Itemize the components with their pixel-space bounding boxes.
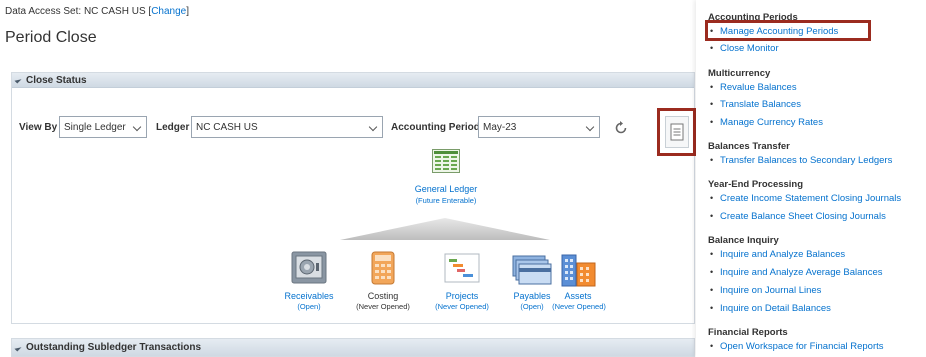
section-multicurrency: Multicurrency xyxy=(708,68,771,79)
link-revalue-balances[interactable]: Revalue Balances xyxy=(710,82,797,93)
view-by-label: View By xyxy=(19,122,58,133)
costing-label: Costing xyxy=(367,291,399,301)
link-translate-balances[interactable]: Translate Balances xyxy=(710,99,801,110)
ledger-select[interactable]: NC CASH US xyxy=(191,116,383,138)
assets-link[interactable]: Assets xyxy=(550,291,606,301)
outstanding-subledger-header[interactable]: Outstanding Subledger Transactions xyxy=(11,338,695,357)
projects-icon[interactable] xyxy=(444,253,480,283)
projects-status: (Never Opened) xyxy=(435,302,489,311)
hierarchy-connector xyxy=(340,218,550,240)
projects-link[interactable]: Projects xyxy=(429,291,495,301)
link-inquire-analyze-balances[interactable]: Inquire and Analyze Balances xyxy=(710,249,845,260)
chevron-down-icon xyxy=(132,122,142,132)
close-status-header[interactable]: Close Status xyxy=(12,73,694,88)
refresh-icon[interactable] xyxy=(613,120,629,136)
section-year-end-processing: Year-End Processing xyxy=(708,179,804,190)
report-icon xyxy=(664,116,689,148)
collapse-icon[interactable] xyxy=(14,343,22,352)
link-inquire-analyze-average[interactable]: Inquire and Analyze Average Balances xyxy=(710,267,882,278)
close-status-title: Close Status xyxy=(26,74,87,86)
report-button[interactable] xyxy=(657,108,696,156)
costing-status: (Never Opened) xyxy=(356,302,410,311)
assets-icon[interactable] xyxy=(561,249,597,287)
accounting-period-value: May-23 xyxy=(483,121,517,133)
link-transfer-balances[interactable]: Transfer Balances to Secondary Ledgers xyxy=(710,155,892,166)
link-inquire-journal-lines[interactable]: Inquire on Journal Lines xyxy=(710,285,821,296)
ledger-label: Ledger xyxy=(156,122,190,133)
receivables-link[interactable]: Receivables xyxy=(276,291,342,301)
section-balances-transfer: Balances Transfer xyxy=(708,141,790,152)
general-ledger-icon[interactable] xyxy=(432,149,460,173)
chevron-down-icon xyxy=(368,122,378,132)
link-close-monitor[interactable]: Close Monitor xyxy=(710,43,779,54)
accounting-period-label: Accounting Period xyxy=(391,122,480,133)
view-by-value: Single Ledger xyxy=(64,121,126,133)
data-access-value: NC CASH US xyxy=(83,6,146,17)
receivables-icon[interactable] xyxy=(291,251,327,285)
view-by-select[interactable]: Single Ledger xyxy=(59,116,147,138)
link-open-workspace-financial-reports[interactable]: Open Workspace for Financial Reports xyxy=(710,341,883,352)
general-ledger-link[interactable]: General Ledger xyxy=(406,184,486,194)
link-manage-currency-rates[interactable]: Manage Currency Rates xyxy=(710,117,823,128)
costing-icon[interactable] xyxy=(371,251,395,285)
task-pane: Accounting Periods Manage Accounting Per… xyxy=(696,0,926,357)
receivables-status: (Open) xyxy=(297,302,321,311)
ledger-value: NC CASH US xyxy=(196,121,258,133)
general-ledger-status: (Future Enterable) xyxy=(415,196,477,205)
data-access-label: Data Access Set: xyxy=(5,6,82,17)
section-financial-reports: Financial Reports xyxy=(708,327,788,338)
link-balance-sheet-closing[interactable]: Create Balance Sheet Closing Journals xyxy=(710,211,886,222)
section-balance-inquiry: Balance Inquiry xyxy=(708,235,779,246)
change-link[interactable]: Change xyxy=(151,6,186,17)
collapse-icon[interactable] xyxy=(14,76,22,84)
outstanding-title: Outstanding Subledger Transactions xyxy=(26,342,202,353)
data-access-set: Data Access Set: NC CASH US [Change] xyxy=(5,6,189,17)
assets-status: (Never Opened) xyxy=(552,302,606,311)
link-inquire-detail-balances[interactable]: Inquire on Detail Balances xyxy=(710,303,831,314)
link-income-statement-closing[interactable]: Create Income Statement Closing Journals xyxy=(710,193,901,204)
accounting-period-select[interactable]: May-23 xyxy=(478,116,600,138)
payables-icon[interactable] xyxy=(512,255,552,285)
highlight-box xyxy=(705,20,871,41)
page-title: Period Close xyxy=(5,29,97,46)
chevron-down-icon xyxy=(585,122,595,132)
